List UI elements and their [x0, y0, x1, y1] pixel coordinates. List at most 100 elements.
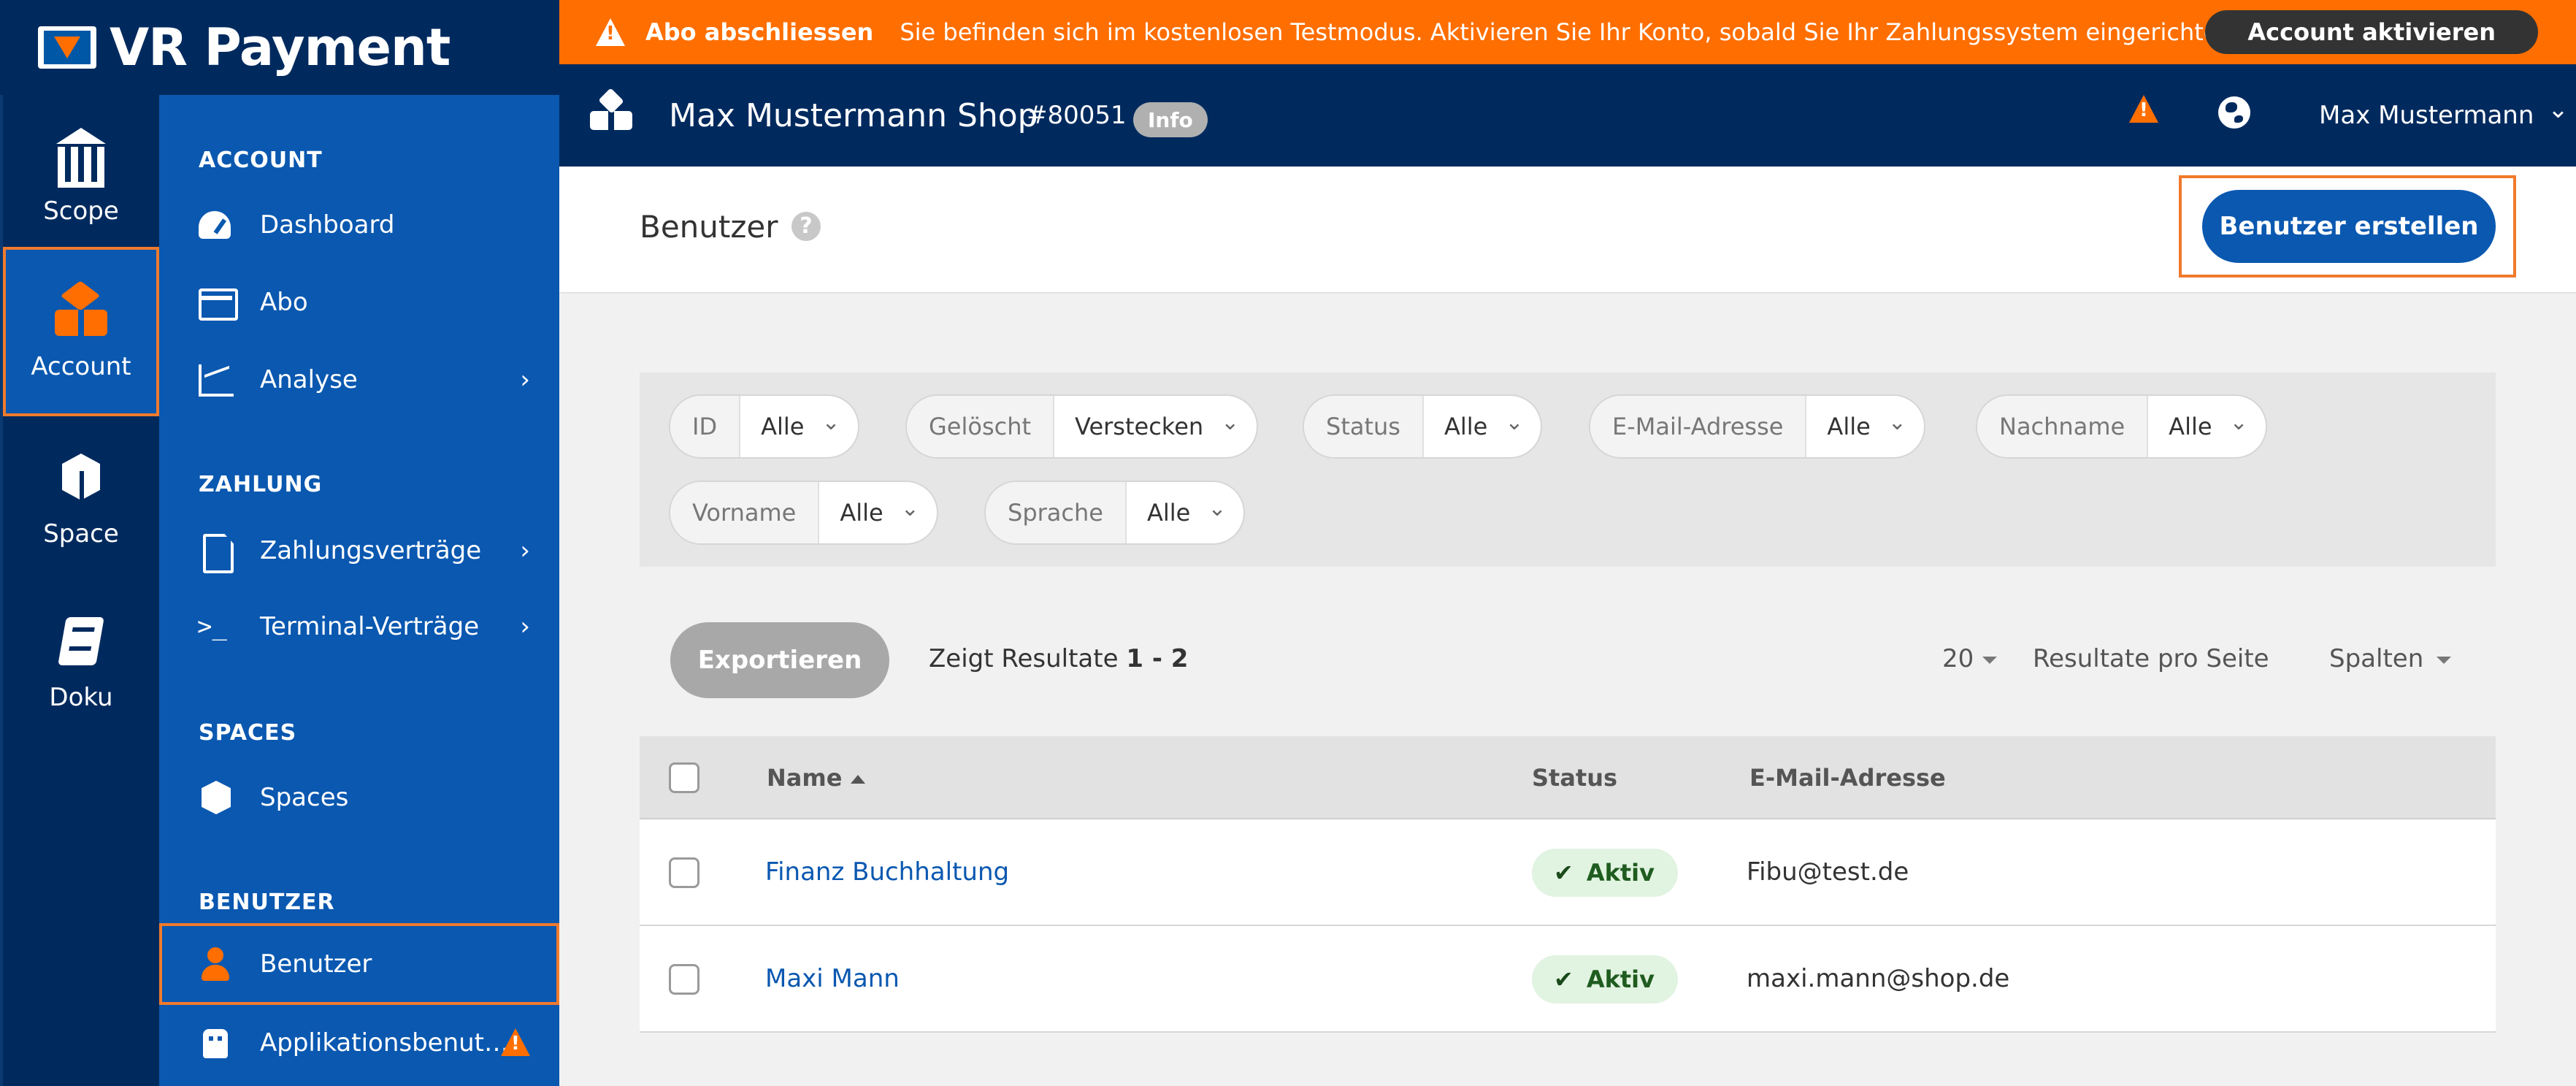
help-icon[interactable]: ? — [791, 212, 821, 241]
bank-icon — [52, 126, 110, 188]
user-name-link[interactable]: Maxi Mann — [765, 964, 900, 993]
filter-nachname[interactable]: Nachname Alle — [1976, 394, 2267, 459]
warning-icon — [501, 1028, 530, 1058]
activate-account-button[interactable]: Account aktivieren — [2205, 10, 2538, 54]
filter-value: Alle — [1424, 396, 1541, 457]
rail-item-label: Doku — [49, 683, 113, 712]
sidebar-item-label: Spaces — [260, 783, 349, 812]
brand-name: VR Payment — [110, 18, 451, 77]
results-range: 1 - 2 — [1126, 644, 1189, 673]
user-menu[interactable]: Max Mustermann ⌄ — [2319, 95, 2569, 130]
user-email: Fibu@test.de — [1747, 857, 1909, 887]
filter-key: Sprache — [986, 482, 1127, 543]
user-name: Max Mustermann — [2319, 101, 2534, 130]
filter-value: Alle — [2148, 396, 2266, 457]
column-header-status[interactable]: Status — [1532, 764, 1617, 792]
banner-message: Sie befinden sich im kostenlosen Testmod… — [900, 18, 2258, 46]
nav-section-account: ACCOUNT — [199, 148, 323, 173]
filter-geloescht[interactable]: Gelöscht Verstecken — [905, 394, 1259, 459]
rail-item-label: Space — [43, 519, 119, 548]
filter-sprache[interactable]: Sprache Alle — [984, 481, 1246, 545]
trial-banner: Abo abschliessen Sie befinden sich im ko… — [559, 0, 2576, 64]
sidebar-item-label: Applikationsbenut… — [260, 1028, 510, 1058]
chevron-right-icon: › — [520, 536, 530, 565]
globe-icon[interactable] — [2218, 96, 2250, 129]
sidebar-item-spaces[interactable]: Spaces — [159, 762, 559, 833]
filter-key: Status — [1304, 396, 1424, 457]
select-all-checkbox[interactable] — [669, 762, 699, 793]
nav-section-zahlung: ZAHLUNG — [199, 472, 323, 497]
filter-email[interactable]: E-Mail-Adresse Alle — [1589, 394, 1925, 459]
page-header: Benutzer ? Benutzer erstellen — [559, 167, 2576, 294]
rail-item-space[interactable]: Space — [3, 418, 159, 580]
banner-title: Abo abschliessen — [645, 18, 874, 46]
results-prefix: Zeigt Resultate — [929, 644, 1119, 673]
export-button[interactable]: Exportieren — [670, 622, 889, 698]
cube-icon — [52, 449, 110, 508]
user-icon — [197, 946, 234, 982]
sidebar-item-applikationsbenutzer[interactable]: Applikationsbenut… — [159, 1008, 559, 1078]
document-icon — [197, 532, 234, 569]
sidebar-item-label: Abo — [260, 288, 308, 317]
table-row: Maxi Mann ✔ Aktiv maxi.mann@shop.de — [640, 926, 2496, 1033]
filter-id[interactable]: ID Alle — [669, 394, 859, 459]
rail-item-doku[interactable]: Doku — [3, 581, 159, 743]
shop-name[interactable]: Max Mustermann Shop — [669, 97, 1038, 134]
cubes-icon — [590, 92, 634, 133]
column-header-name[interactable]: Name — [767, 764, 866, 792]
user-name-link[interactable]: Finanz Buchhaltung — [765, 857, 1009, 887]
filter-key: ID — [670, 396, 741, 457]
status-badge: ✔ Aktiv — [1532, 955, 1678, 1003]
sidebar-item-zahlungsvertraege[interactable]: Zahlungsverträge › — [159, 516, 559, 586]
rail-item-label: Account — [31, 352, 131, 381]
cubes-icon — [52, 282, 110, 340]
vr-logo-icon — [38, 26, 96, 69]
column-header-email[interactable]: E-Mail-Adresse — [1749, 764, 1946, 792]
sidebar-item-benutzer[interactable]: Benutzer — [159, 923, 559, 1005]
status-badge: ✔ Aktiv — [1532, 849, 1678, 897]
users-table: Name Status E-Mail-Adresse Finanz Buchha… — [640, 736, 2496, 1033]
row-checkbox[interactable] — [669, 857, 699, 888]
create-user-button[interactable]: Benutzer erstellen — [2202, 190, 2496, 263]
chevron-right-icon: › — [520, 612, 530, 641]
filter-vorname[interactable]: Vorname Alle — [669, 481, 938, 545]
sidebar-item-terminal-vertraege[interactable]: >_ Terminal-Verträge › — [159, 592, 559, 662]
brand-logo[interactable]: VR Payment — [0, 0, 559, 95]
row-checkbox[interactable] — [669, 964, 699, 995]
filter-status[interactable]: Status Alle — [1303, 394, 1543, 459]
page-title: Benutzer — [640, 209, 778, 245]
checkmark-icon: ✔ — [1554, 965, 1573, 993]
rail-item-scope[interactable]: Scope — [3, 95, 159, 257]
filter-key: E-Mail-Adresse — [1590, 396, 1807, 457]
sidebar-nav: ACCOUNT Dashboard Abo Analyse › ZAHLUNG … — [159, 95, 559, 1086]
chevron-right-icon: › — [520, 365, 530, 394]
nav-section-benutzer: BENUTZER — [199, 890, 335, 915]
shop-id: #80051 — [1027, 101, 1127, 130]
sidebar-item-abo[interactable]: Abo — [159, 267, 559, 337]
table-header: Name Status E-Mail-Adresse — [640, 736, 2496, 819]
checkmark-icon: ✔ — [1554, 859, 1573, 887]
credit-card-icon — [197, 284, 238, 321]
columns-menu[interactable]: Spalten — [2329, 644, 2451, 673]
filter-value: Alle — [1127, 482, 1243, 543]
per-page-label: Resultate pro Seite — [2033, 644, 2269, 673]
filter-value: Alle — [819, 482, 937, 543]
shop-header: Max Mustermann Shop #80051 Info Max Must… — [559, 64, 2576, 167]
warning-icon[interactable] — [2129, 95, 2158, 123]
sidebar-item-label: Dashboard — [260, 210, 395, 240]
sidebar-item-dashboard[interactable]: Dashboard — [159, 190, 559, 260]
rail-item-label: Scope — [43, 196, 119, 226]
per-page-select[interactable]: 20 — [1942, 644, 1997, 673]
filter-value: Verstecken — [1054, 396, 1257, 457]
info-badge[interactable]: Info — [1133, 102, 1208, 137]
column-header-label: Name — [767, 764, 843, 792]
filter-bar: ID Alle Gelöscht Verstecken Status Alle … — [640, 372, 2496, 567]
table-toolbar: Exportieren Zeigt Resultate 1 - 2 20 Res… — [640, 622, 2496, 700]
cube-icon — [197, 779, 234, 816]
create-button-highlight: Benutzer erstellen — [2179, 175, 2516, 278]
terminal-icon: >_ — [197, 612, 227, 641]
sidebar-item-analyse[interactable]: Analyse › — [159, 345, 559, 415]
rail-item-account[interactable]: Account — [3, 247, 159, 416]
filter-key: Vorname — [670, 482, 820, 543]
robot-icon — [197, 1025, 234, 1061]
